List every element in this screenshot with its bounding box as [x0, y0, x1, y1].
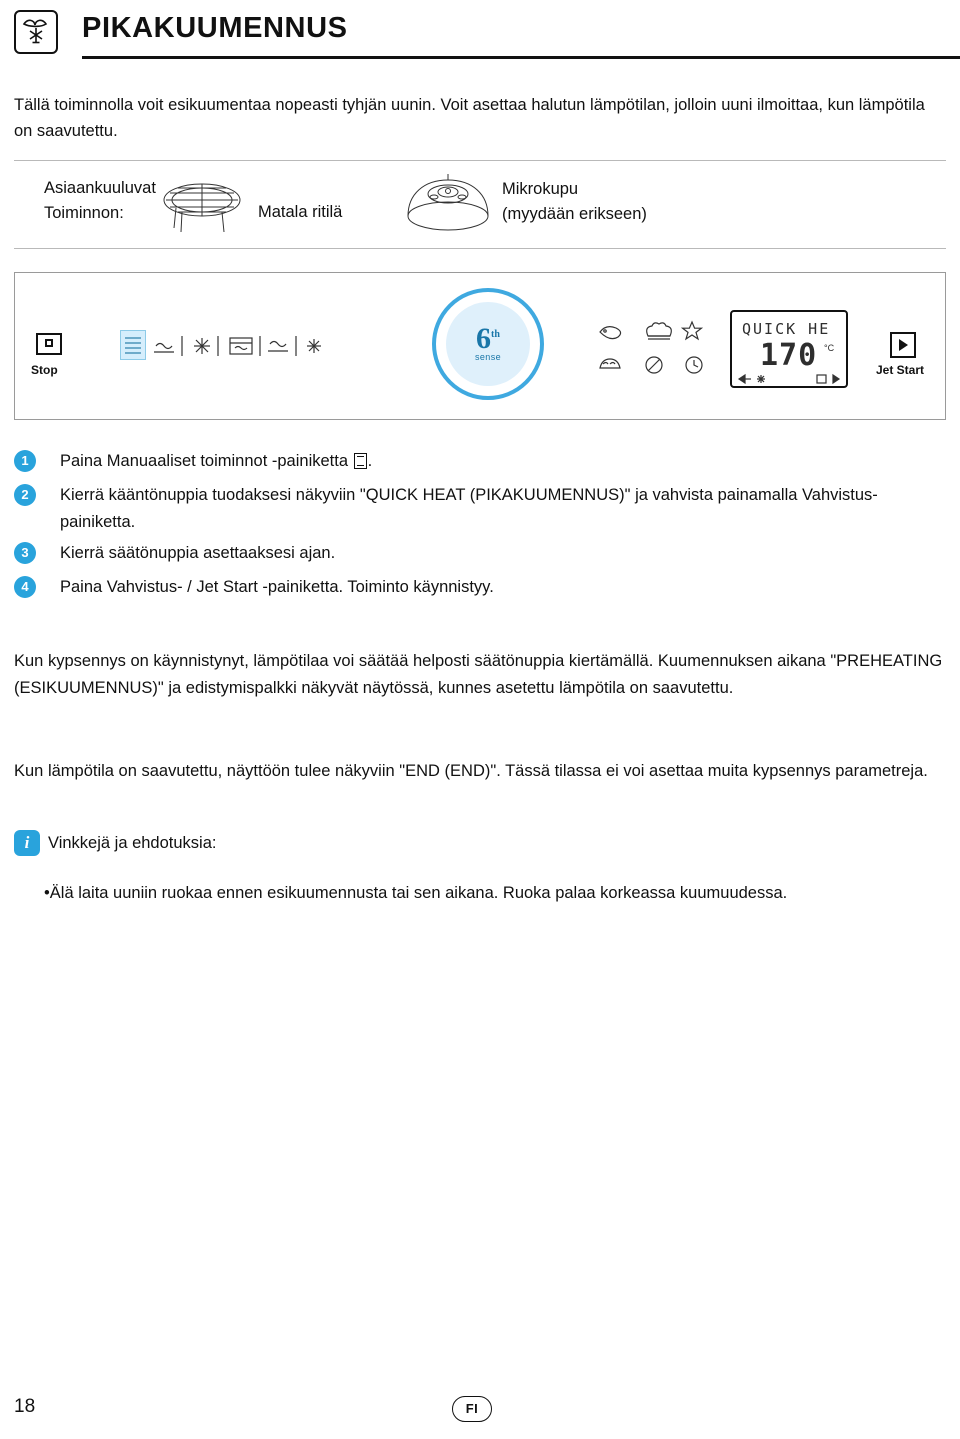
list-item: 4 Paina Vahvistus- / Jet Start -painiket… — [14, 574, 944, 604]
display-mode-text: QUICK HE — [742, 320, 831, 338]
list-item: 3 Kierrä säätönuppia asettaaksesi ajan. — [14, 540, 944, 570]
display-temperature-value: 170 — [760, 338, 818, 373]
accessories-label: Asiaankuuluvat Toiminnon: — [44, 176, 156, 226]
stop-button-icon[interactable] — [36, 333, 66, 357]
accessory-2-label-line1: Mikrokupu — [502, 180, 579, 198]
step-1-text-before: Paina Manuaaliset toiminnot -painiketta — [60, 452, 353, 470]
body-paragraph-2: Kun lämpötila on saavutettu, näyttöön tu… — [14, 762, 928, 780]
document-page: PIKAKUUMENNUS Tällä toiminnolla voit esi… — [0, 0, 960, 1439]
stop-button-label: Stop — [31, 363, 58, 377]
list-item: 1 Paina Manuaaliset toiminnot -painikett… — [14, 448, 944, 478]
accessories-label-line1: Asiaankuuluvat — [44, 179, 156, 197]
accessories-label-line2: Toiminnon: — [44, 204, 124, 222]
knob-caption: sense — [474, 352, 502, 362]
manual-functions-button-icon[interactable] — [120, 330, 146, 360]
title-rule — [82, 56, 960, 59]
step-1-text-after: . — [367, 452, 373, 470]
step-text: Kierrä kääntönuppia tuodaksesi näkyviin … — [60, 486, 878, 531]
jet-start-button-icon[interactable] — [890, 332, 916, 358]
crisp-lid-icon — [404, 172, 492, 238]
step-number: 3 — [14, 542, 36, 564]
knob-digit: 6 — [476, 322, 492, 355]
knob-superscript: th — [491, 329, 500, 340]
accessory-2-label-line2: (myydään erikseen) — [502, 205, 647, 223]
function-icons-group — [150, 330, 360, 362]
jet-start-label: Jet Start — [876, 363, 925, 377]
knob-6th-sense-label: 6th sense — [462, 320, 514, 363]
step-text: Paina Manuaaliset toiminnot -painiketta … — [60, 448, 944, 475]
manual-functions-icon — [353, 453, 367, 469]
language-badge: FI — [452, 1396, 492, 1422]
display-progress-bar — [737, 372, 841, 385]
body-paragraph-1: Kun kypsennys on käynnistynyt, lämpötila… — [14, 652, 943, 697]
list-item: 2 Kierrä kääntönuppia tuodaksesi näkyvii… — [14, 482, 944, 536]
accessory-2-label: Mikrokupu (myydään erikseen) — [502, 177, 647, 227]
step-number: 2 — [14, 484, 36, 506]
page-header: PIKAKUUMENNUS — [14, 10, 960, 59]
step-text: Paina Vahvistus- / Jet Start -painiketta… — [60, 578, 494, 596]
info-icon: i — [14, 830, 40, 856]
step-number: 4 — [14, 576, 36, 598]
accessory-1-label: Matala ritilä — [258, 203, 343, 221]
intro-paragraph: Tällä toiminnolla voit esikuumentaa nope… — [14, 96, 925, 140]
page-number: 18 — [14, 1396, 36, 1417]
status-icons-top — [596, 318, 716, 344]
display-temperature-unit: °C — [824, 343, 835, 353]
tips-title: Vinkkejä ja ehdotuksia: — [48, 834, 217, 852]
page-title: PIKAKUUMENNUS — [82, 12, 348, 44]
accessories-rule-top — [14, 160, 946, 161]
tips-bullet: •Älä laita uuniin ruokaa ennen esikuumen… — [44, 884, 788, 902]
low-rack-icon — [156, 178, 248, 238]
steps-list: 1 Paina Manuaaliset toiminnot -painikett… — [14, 448, 944, 608]
fan-snowflake-icon — [14, 10, 58, 54]
accessories-rule-bottom — [14, 248, 946, 249]
step-text: Kierrä säätönuppia asettaaksesi ajan. — [60, 544, 336, 562]
status-icons-bottom — [596, 352, 716, 378]
step-number: 1 — [14, 450, 36, 472]
